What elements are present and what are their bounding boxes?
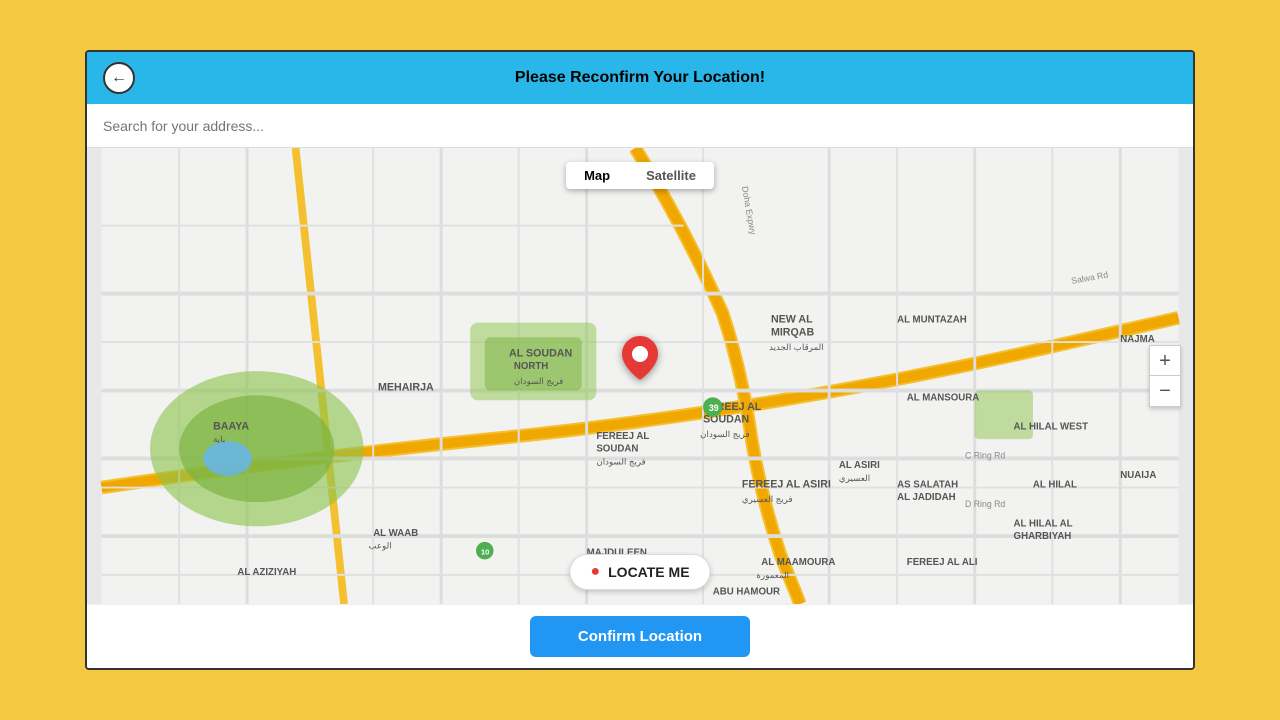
- svg-text:NORTH: NORTH: [514, 361, 548, 372]
- svg-text:AL ASIRI: AL ASIRI: [839, 460, 880, 471]
- header-title: Please Reconfirm Your Location!: [515, 69, 765, 87]
- svg-text:AL MUNTAZAH: AL MUNTAZAH: [897, 315, 967, 326]
- map-area: BAAYA باية MEHAIRJA AL SOUDAN NORTH فريج…: [87, 148, 1193, 604]
- map-pin: [622, 336, 658, 385]
- svg-text:FEREEJ AL: FEREEJ AL: [596, 431, 649, 442]
- svg-text:فريج السودان: فريج السودان: [700, 429, 750, 440]
- svg-text:BAAYA: BAAYA: [213, 420, 249, 432]
- svg-text:39: 39: [709, 403, 719, 413]
- svg-text:AL JADIDAH: AL JADIDAH: [897, 492, 955, 503]
- locate-icon: ●: [590, 563, 600, 581]
- svg-text:فريج السودان: فريج السودان: [514, 376, 564, 387]
- svg-text:MEHAIRJA: MEHAIRJA: [378, 382, 434, 394]
- svg-text:AL AZIZIYAH: AL AZIZIYAH: [237, 567, 296, 578]
- svg-text:فريج السودان: فريج السودان: [596, 456, 646, 467]
- header: ← Please Reconfirm Your Location!: [87, 52, 1193, 104]
- app-container: ← Please Reconfirm Your Location!: [85, 50, 1195, 670]
- zoom-out-button[interactable]: −: [1150, 376, 1180, 406]
- map-tab-map[interactable]: Map: [566, 162, 628, 189]
- svg-text:الوعب: الوعب: [368, 541, 391, 552]
- svg-text:AL MAAMOURA: AL MAAMOURA: [761, 557, 835, 568]
- svg-text:AS SALATAH: AS SALATAH: [897, 480, 958, 491]
- svg-text:MIRQAB: MIRQAB: [771, 326, 815, 338]
- zoom-in-button[interactable]: +: [1150, 346, 1180, 376]
- svg-text:فريج العسيري: فريج العسيري: [742, 494, 793, 505]
- locate-me-label: LOCATE ME: [608, 564, 689, 580]
- svg-text:NUAIJA: NUAIJA: [1120, 470, 1156, 481]
- svg-text:FEREEJ AL ASIRI: FEREEJ AL ASIRI: [742, 479, 831, 491]
- confirm-bar: Confirm Location: [87, 604, 1193, 668]
- confirm-location-button[interactable]: Confirm Location: [530, 616, 750, 657]
- map-tab-satellite[interactable]: Satellite: [628, 162, 714, 189]
- search-bar: [87, 104, 1193, 148]
- svg-text:C Ring Rd: C Ring Rd: [965, 450, 1005, 460]
- svg-text:ABU HAMOUR: ABU HAMOUR: [713, 586, 780, 597]
- zoom-controls: + −: [1149, 345, 1181, 407]
- svg-text:AL SOUDAN: AL SOUDAN: [509, 348, 572, 360]
- search-input[interactable]: [103, 118, 1177, 134]
- svg-text:AL HILAL WEST: AL HILAL WEST: [1014, 421, 1089, 432]
- svg-text:FEREEJ AL ALI: FEREEJ AL ALI: [907, 557, 978, 568]
- svg-text:AL HILAL: AL HILAL: [1033, 480, 1077, 491]
- locate-me-button[interactable]: ● LOCATE ME: [569, 554, 710, 590]
- svg-text:AL MANSOURA: AL MANSOURA: [907, 392, 979, 403]
- svg-text:D Ring Rd: D Ring Rd: [965, 499, 1005, 509]
- svg-text:المرقاب الجديد: المرقاب الجديد: [769, 342, 824, 353]
- svg-text:NEW AL: NEW AL: [771, 314, 813, 326]
- back-button[interactable]: ←: [103, 62, 135, 94]
- svg-text:NAJMA: NAJMA: [1120, 334, 1154, 345]
- svg-text:GHARBIYAH: GHARBIYAH: [1014, 531, 1072, 542]
- map-view-toggle: Map Satellite: [566, 162, 714, 189]
- svg-text:10: 10: [481, 548, 490, 557]
- svg-text:باية: باية: [213, 434, 225, 444]
- svg-text:العسيري: العسيري: [839, 473, 870, 484]
- svg-text:AL WAAB: AL WAAB: [373, 528, 418, 539]
- svg-text:AL HILAL AL: AL HILAL AL: [1014, 518, 1073, 529]
- back-arrow-icon: ←: [111, 70, 127, 86]
- svg-text:SOUDAN: SOUDAN: [596, 444, 638, 455]
- svg-text:المعمورة: المعمورة: [756, 570, 789, 581]
